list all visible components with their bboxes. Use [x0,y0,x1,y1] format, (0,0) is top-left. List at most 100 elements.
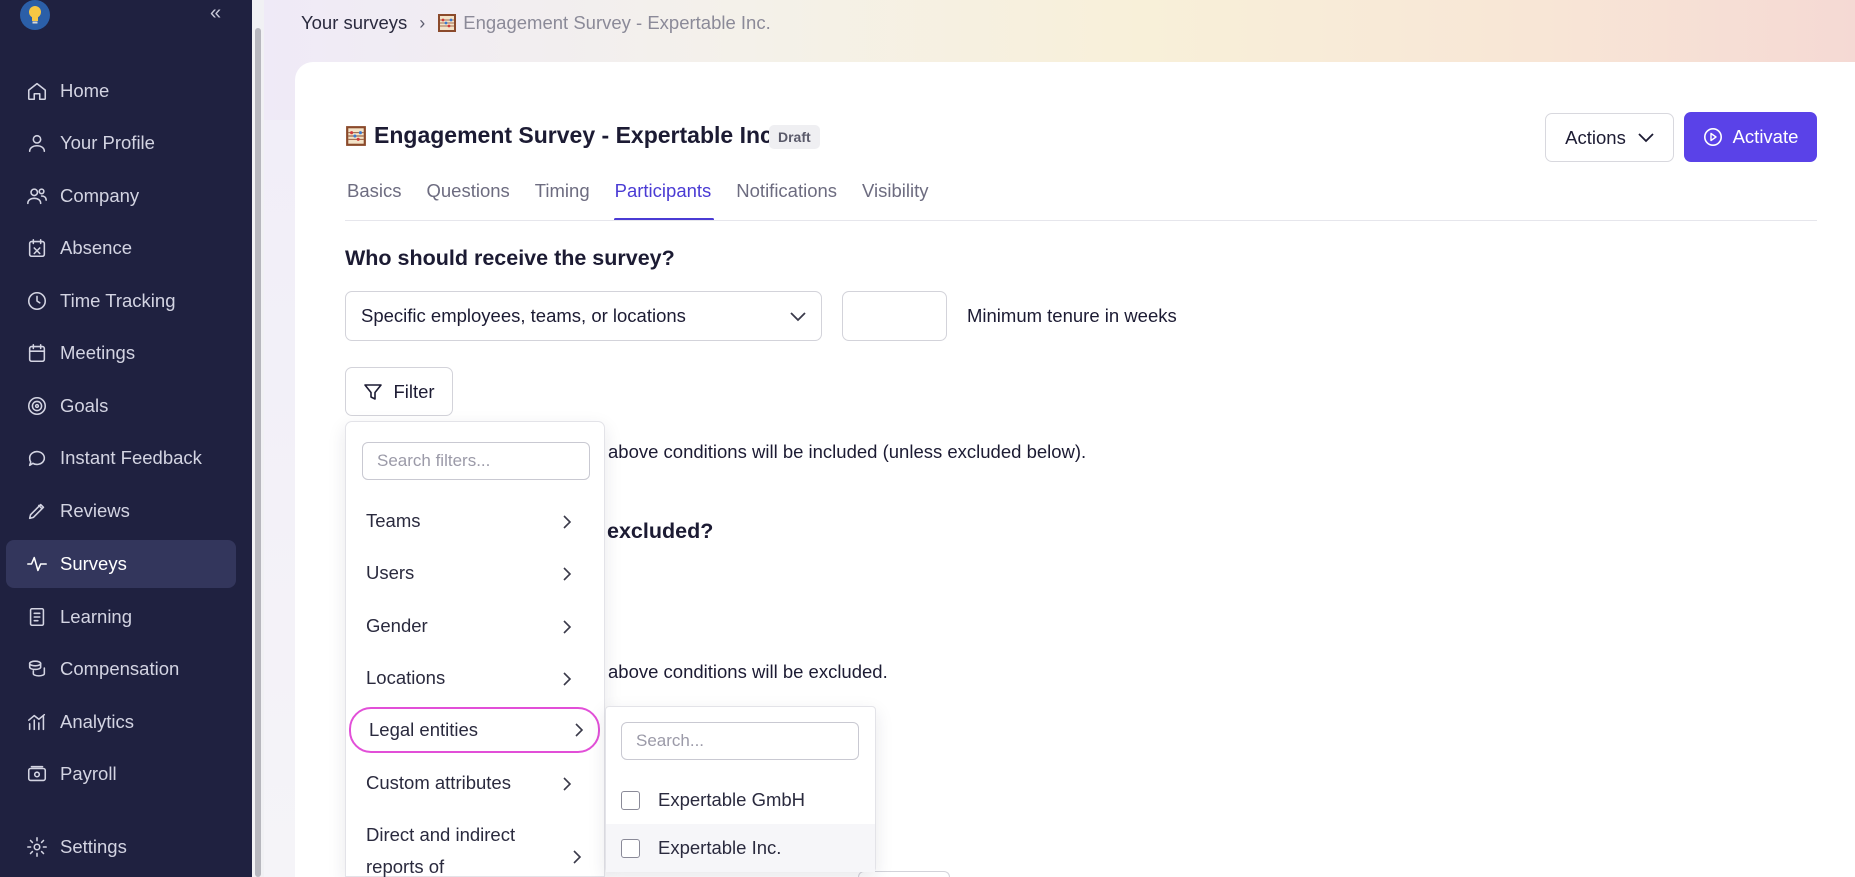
menu-item-label: Legal entities [369,719,479,740]
sidebar-item-your-profile[interactable]: Your Profile [6,119,236,167]
chevron-right-icon [563,567,572,581]
legal-entity-label: Expertable GmbH [658,789,806,810]
wallet-icon [26,763,48,785]
sidebar-item-label: Company [60,185,140,206]
sidebar-item-meetings[interactable]: Meetings [6,329,236,377]
legal-entities-panel: Expertable GmbH Expertable Inc. [605,706,876,872]
sidebar-item-home[interactable]: Home [6,67,236,115]
user-icon [26,132,48,154]
survey-tabs: Basics Questions Timing Participants Not… [347,180,954,221]
legal-entities-search-input[interactable] [621,722,859,760]
pencil-icon [26,500,48,522]
calendar-icon [26,342,48,364]
filter-menu-item-custom-attributes[interactable]: Custom attributes [366,760,586,806]
tab-basics[interactable]: Basics [347,180,402,221]
tab-participants[interactable]: Participants [613,180,714,221]
tab-visibility[interactable]: Visibility [862,180,928,221]
menu-item-label: Direct and indirect reports of [366,824,516,877]
sidebar-item-label: Compensation [60,658,180,679]
sidebar-scrollbar[interactable] [252,0,264,877]
chevron-down-icon [1638,132,1654,142]
page-title: Engagement Survey - Expertable Inc. [345,122,779,149]
actions-label: Actions [1565,126,1626,148]
sidebar-item-analytics[interactable]: Analytics [6,698,236,746]
breadcrumb-your-surveys[interactable]: Your surveys [301,12,407,34]
tab-questions[interactable]: Questions [427,180,510,221]
chevron-right-icon [563,515,572,529]
breadcrumb: Your surveys › Engagement Survey - Exper… [301,12,771,34]
chevron-down-icon [790,312,806,322]
lightbulb-logo-icon [20,0,50,30]
sidebar-item-label: Home [60,80,110,101]
sidebar-item-label: Absence [60,237,132,258]
sidebar-item-compensation[interactable]: Compensation [6,645,236,693]
collapse-sidebar-icon[interactable]: « [210,2,221,25]
chevron-right-icon [575,723,584,737]
chevron-right-icon: › [419,12,426,33]
menu-item-label: Teams [366,510,421,531]
sidebar-item-instant-feedback[interactable]: Instant Feedback [6,434,236,482]
filter-button[interactable]: Filter [345,367,453,416]
bar-chart-icon [26,711,48,733]
activate-label: Activate [1732,126,1799,147]
sidebar: « Home Your Profile Company Absence Time… [0,0,252,877]
sidebar-item-settings[interactable]: Settings [6,823,236,871]
sidebar-item-payroll[interactable]: Payroll [6,750,236,798]
sidebar-item-reviews[interactable]: Reviews [6,487,236,535]
legal-entity-option[interactable]: Expertable GmbH [606,776,875,824]
sidebar-item-label: Goals [60,395,109,416]
chevron-right-icon [573,850,582,864]
funnel-icon [364,383,383,400]
filter-menu-item-users[interactable]: Users [366,550,586,596]
page-title-text: Engagement Survey - Expertable Inc. [374,122,780,148]
menu-item-label: Locations [366,667,446,688]
breadcrumb-current: Engagement Survey - Expertable Inc. [463,12,771,33]
minimum-tenure-input[interactable] [842,291,947,341]
include-note: above conditions will be included (unles… [608,441,1087,462]
scrollbar-thumb[interactable] [255,28,261,877]
sidebar-item-label: Your Profile [60,132,155,153]
book-icon [26,606,48,628]
sidebar-item-absence[interactable]: Absence [6,224,236,272]
sidebar-item-time-tracking[interactable]: Time Tracking [6,277,236,325]
legal-entity-option[interactable]: Expertable Inc. [606,824,875,872]
actions-button[interactable]: Actions [1545,113,1674,162]
sidebar-item-label: Instant Feedback [60,447,202,468]
filter-menu-item-legal-entities[interactable]: Legal entities [349,707,600,753]
gear-icon [26,836,48,858]
sidebar-item-label: Learning [60,606,133,627]
filter-menu-item-gender[interactable]: Gender [366,603,586,649]
chevron-right-icon [563,672,572,686]
filter-menu-item-locations[interactable]: Locations [366,655,586,701]
filter-menu-item-teams[interactable]: Teams [366,498,586,544]
sidebar-item-label: Reviews [60,500,130,521]
abacus-icon [346,125,366,146]
sidebar-item-learning[interactable]: Learning [6,593,236,641]
tab-notifications[interactable]: Notifications [736,180,837,221]
checkbox[interactable] [621,838,640,858]
filter-menu-item-direct-reports[interactable]: Direct and indirect reports of [366,818,516,877]
recipient-select[interactable]: Specific employees, teams, or locations [345,291,822,341]
sidebar-item-label: Surveys [60,553,127,574]
tab-timing[interactable]: Timing [535,180,590,221]
sidebar-item-company[interactable]: Company [6,172,236,220]
activate-button[interactable]: Activate [1684,112,1817,162]
abacus-icon [438,14,457,32]
activity-icon [26,553,48,575]
tabs-divider [345,220,1817,221]
sidebar-item-surveys[interactable]: Surveys [6,540,236,588]
sidebar-item-label: Meetings [60,342,136,363]
home-icon [26,80,48,102]
sidebar-item-label: Time Tracking [60,290,176,311]
target-icon [26,395,48,417]
legal-entity-label: Expertable Inc. [658,837,782,858]
exclude-note: above conditions will be excluded. [608,661,888,682]
chat-bubble-icon [26,447,48,469]
checkbox[interactable] [621,790,640,810]
sidebar-item-label: Analytics [60,711,135,732]
receive-heading: Who should receive the survey? [345,246,675,270]
sidebar-item-label: Settings [60,836,127,857]
sidebar-item-goals[interactable]: Goals [6,382,236,430]
search-filters-input[interactable] [362,442,590,480]
menu-item-label: Gender [366,615,428,636]
